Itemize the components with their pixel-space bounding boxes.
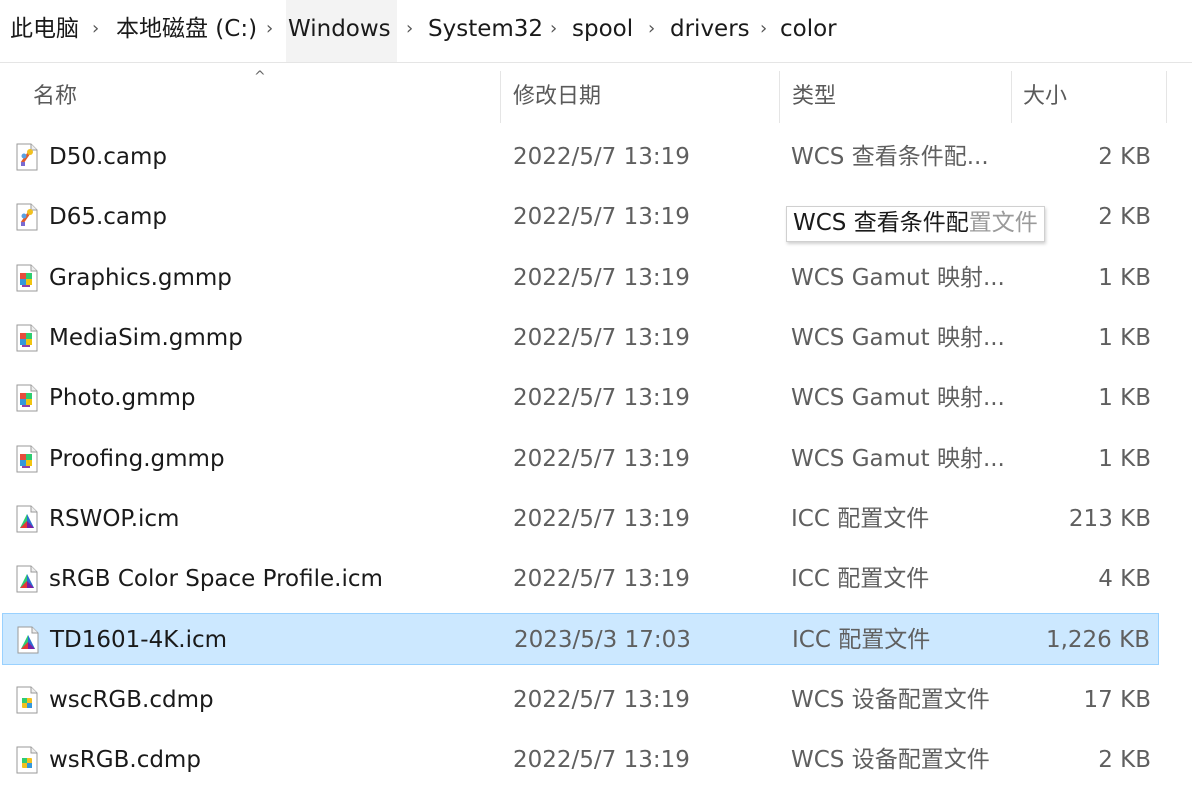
column-header-row: 名称 修改日期 类型 大小: [0, 63, 1192, 125]
file-row[interactable]: Graphics.gmmp 2022/5/7 13:19 WCS Gamut 映射.…: [2, 252, 1159, 304]
file-type: WCS 设备配置文件: [791, 747, 990, 773]
file-type: ICC 配置文件: [791, 505, 930, 532]
file-type: WCS 设备配置文件: [791, 686, 990, 713]
file-row[interactable]: Proofing.gmmp 2022/5/7 13:19 WCS Gamut 映射.…: [2, 433, 1159, 485]
file-size: 2 KB: [1098, 204, 1151, 231]
breadcrumb-local-disk[interactable]: 本地磁盘 (C:): [114, 0, 259, 62]
file-size: 1 KB: [1098, 324, 1151, 351]
file-size: 1,226 KB: [1045, 627, 1150, 654]
column-divider[interactable]: [1011, 71, 1012, 123]
file-name: D50.camp: [49, 144, 168, 170]
file-row[interactable]: Photo.gmmp 2022/5/7 13:19 WCS Gamut 映射... 1…: [2, 372, 1159, 424]
breadcrumb-windows[interactable]: Windows: [286, 0, 397, 62]
file-row[interactable]: RSWOP.icm 2022/5/7 13:19 ICC 配置文件 213 KB: [2, 493, 1159, 545]
file-type: WCS Gamut 映射...: [791, 385, 1005, 412]
file-type: ICC 配置文件: [791, 566, 930, 593]
file-type: WCS Gamut 映射...: [791, 324, 1005, 351]
file-date: 2022/5/7 13:19: [513, 445, 690, 472]
file-date: 2022/5/7 13:19: [513, 385, 690, 412]
file-size: 2 KB: [1098, 747, 1151, 773]
column-header-date[interactable]: 修改日期: [513, 63, 601, 125]
file-name: Photo.gmmp: [49, 385, 196, 412]
file-type: WCS Gamut 映射...: [791, 445, 1005, 472]
file-name: D65.camp: [49, 204, 168, 231]
file-date: 2022/5/7 13:19: [513, 747, 690, 773]
chevron-right-icon[interactable]: ›: [406, 0, 413, 62]
file-type: WCS Gamut 映射...: [791, 264, 1005, 291]
file-date: 2022/5/7 13:19: [513, 505, 690, 532]
cdmp-file-icon: [14, 746, 40, 774]
chevron-right-icon[interactable]: ›: [648, 0, 655, 62]
file-name: sRGB Color Space Profile.icm: [49, 566, 383, 593]
type-tooltip: WCS 查看条件配置文件: [786, 206, 1045, 242]
chevron-right-icon[interactable]: ›: [550, 0, 557, 62]
file-row[interactable]: D50.camp 2022/5/7 13:19 WCS 查看条件配... 2 KB: [2, 131, 1159, 183]
file-size: 2 KB: [1098, 144, 1151, 170]
file-size: 213 KB: [1068, 505, 1151, 532]
file-row[interactable]: wsRGB.cdmp 2022/5/7 13:19 WCS 设备配置文件 2 KB: [2, 734, 1159, 786]
file-type: WCS 查看条件配...: [791, 144, 989, 170]
file-size: 1 KB: [1098, 445, 1151, 472]
file-date: 2022/5/7 13:19: [513, 264, 690, 291]
breadcrumb-spool[interactable]: spool: [570, 0, 635, 62]
file-name: TD1601-4K.icm: [50, 627, 228, 654]
file-name: wsRGB.cdmp: [49, 747, 201, 773]
file-date: 2022/5/7 13:19: [513, 566, 690, 593]
gmmp-file-icon: [14, 264, 40, 292]
file-row[interactable]: sRGB Color Space Profile.icm 2022/5/7 13:…: [2, 553, 1159, 605]
chevron-right-icon[interactable]: ›: [92, 0, 99, 62]
file-name: wscRGB.cdmp: [49, 686, 214, 713]
file-size: 4 KB: [1098, 566, 1151, 593]
file-name: MediaSim.gmmp: [49, 324, 243, 351]
icm-file-icon: [14, 505, 40, 533]
chevron-right-icon[interactable]: ›: [760, 0, 767, 62]
file-row[interactable]: wscRGB.cdmp 2022/5/7 13:19 WCS 设备配置文件 17 KB: [2, 674, 1159, 726]
sort-ascending-icon: ^: [254, 69, 266, 85]
cdmp-file-icon: [14, 686, 40, 714]
file-row-selected[interactable]: TD1601-4K.icm 2023/5/3 17:03 ICC 配置文件 1,226…: [2, 613, 1159, 666]
file-type: ICC 配置文件: [792, 627, 931, 654]
tooltip-text: WCS 查看条件配: [793, 210, 969, 236]
column-header-name[interactable]: 名称: [33, 63, 77, 125]
breadcrumb-system32[interactable]: System32: [426, 0, 545, 62]
file-date: 2022/5/7 13:19: [513, 686, 690, 713]
camp-file-icon: [14, 203, 40, 231]
file-row[interactable]: MediaSim.gmmp 2022/5/7 13:19 WCS Gamut 映射.…: [2, 312, 1159, 364]
file-size: 17 KB: [1083, 686, 1151, 713]
gmmp-file-icon: [14, 324, 40, 352]
camp-file-icon: [14, 143, 40, 171]
gmmp-file-icon: [14, 384, 40, 412]
address-bar-breadcrumb: 此电脑 › 本地磁盘 (C:) › Windows › System32 › s…: [0, 0, 1192, 63]
file-name: Graphics.gmmp: [49, 264, 232, 291]
icm-file-icon: [14, 565, 40, 593]
file-date: 2022/5/7 13:19: [513, 144, 690, 170]
chevron-right-icon[interactable]: ›: [266, 0, 273, 62]
file-name: RSWOP.icm: [49, 505, 180, 532]
icm-file-icon: [15, 626, 41, 654]
tooltip-text-faded: 置文件: [968, 210, 1038, 236]
breadcrumb-color[interactable]: color: [778, 0, 839, 62]
breadcrumb-this-pc[interactable]: 此电脑: [8, 0, 81, 62]
column-header-type[interactable]: 类型: [792, 63, 836, 125]
gmmp-file-icon: [14, 445, 40, 473]
file-size: 1 KB: [1098, 264, 1151, 291]
breadcrumb-drivers[interactable]: drivers: [668, 0, 752, 62]
file-date: 2023/5/3 17:03: [514, 627, 691, 654]
column-divider[interactable]: [1166, 71, 1167, 123]
file-size: 1 KB: [1098, 385, 1151, 412]
file-name: Proofing.gmmp: [49, 445, 225, 472]
column-divider[interactable]: [779, 71, 780, 123]
file-date: 2022/5/7 13:19: [513, 204, 690, 231]
file-date: 2022/5/7 13:19: [513, 324, 690, 351]
column-header-size[interactable]: 大小: [1023, 63, 1067, 125]
column-divider[interactable]: [500, 71, 501, 123]
